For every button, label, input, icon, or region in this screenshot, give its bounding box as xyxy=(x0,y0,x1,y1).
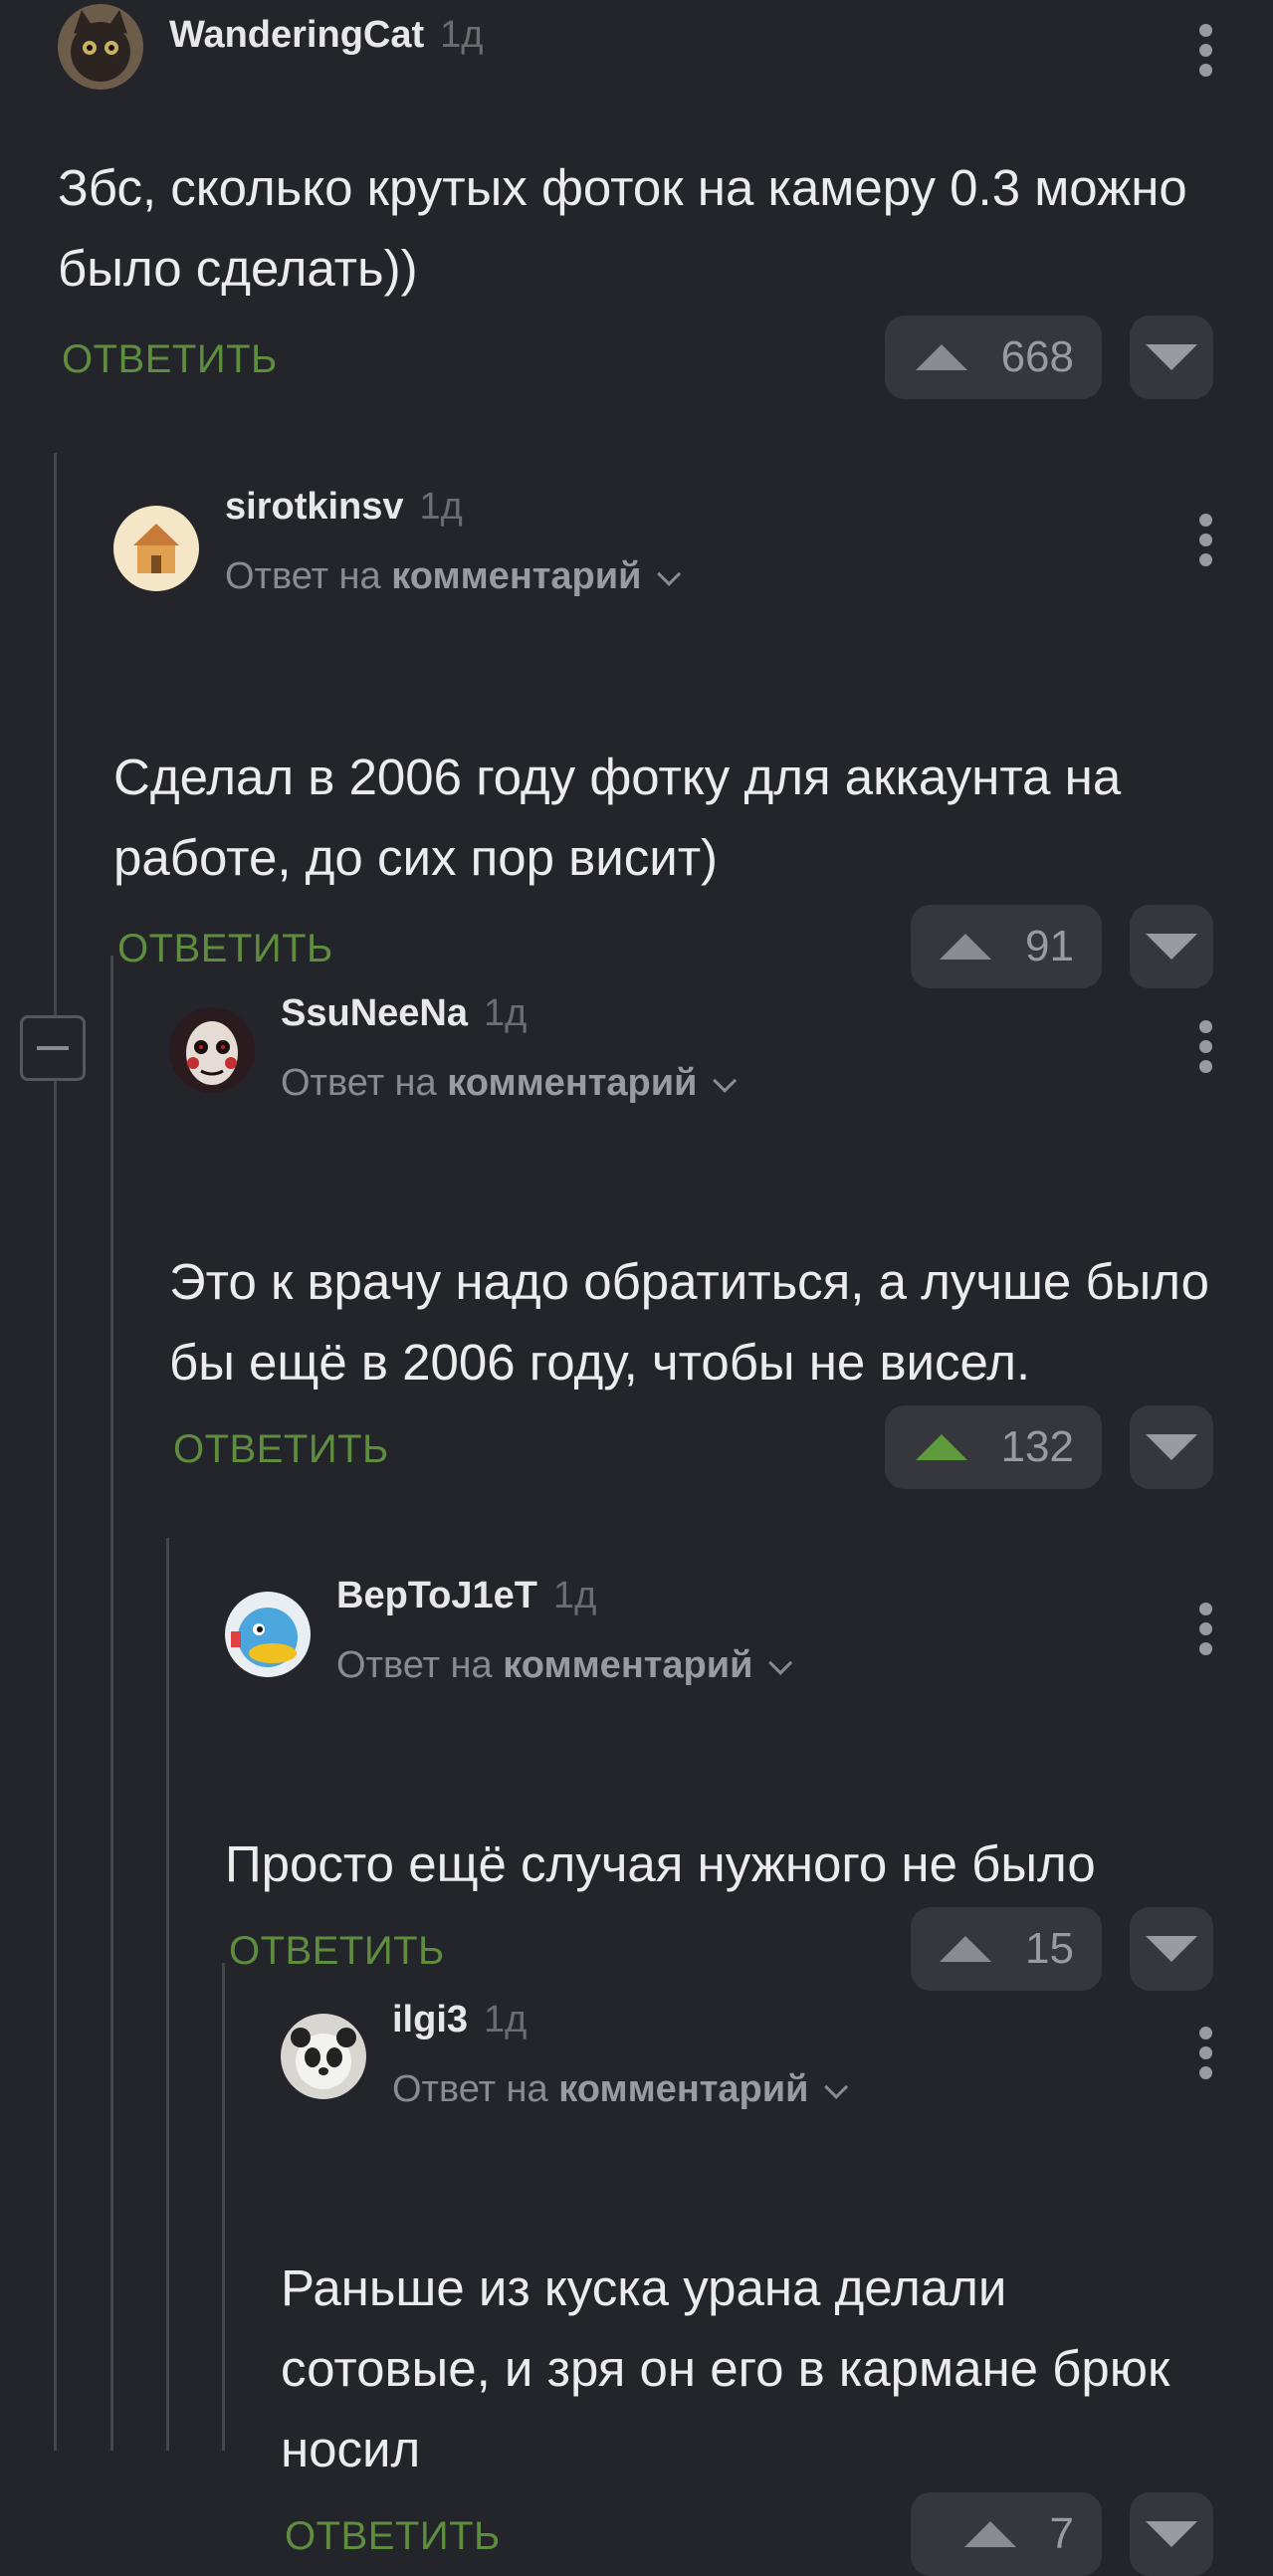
triangle-up-icon xyxy=(940,1936,992,1962)
kebab-icon[interactable] xyxy=(1199,514,1213,566)
comment-time: 1д xyxy=(484,1999,528,2040)
reply-to-link[interactable]: Ответ на комментарий xyxy=(336,1644,793,1687)
comment: sirotkinsv 1д Ответ на комментарий Сделал… xyxy=(113,456,1213,988)
comment-text: Збс, сколько крутых фоток на камеру 0.3 … xyxy=(58,159,1187,297)
chevron-down-icon xyxy=(713,1068,738,1093)
upvote-button[interactable]: 132 xyxy=(885,1405,1102,1489)
triangle-down-icon xyxy=(1146,2521,1197,2547)
vote-count: 132 xyxy=(1000,1422,1074,1471)
reply-to-link[interactable]: Ответ на комментарий xyxy=(392,2068,849,2111)
upvote-button[interactable]: 7 xyxy=(911,2492,1102,2576)
vote-count: 668 xyxy=(1000,332,1074,381)
thread-line-4 xyxy=(222,1963,225,2451)
comment-actions: ОТВЕТИТЬ 668 xyxy=(58,316,1213,399)
thread-line-3 xyxy=(166,1538,169,2451)
triangle-up-icon xyxy=(915,1434,967,1460)
collapse-thread-button[interactable] xyxy=(20,1015,86,1081)
kebab-icon[interactable] xyxy=(1199,24,1213,77)
avatar[interactable] xyxy=(225,1592,311,1677)
reply-button[interactable]: ОТВЕТИТЬ xyxy=(62,337,278,382)
downvote-button[interactable] xyxy=(1130,2492,1213,2576)
downvote-button[interactable] xyxy=(1130,316,1213,399)
comment-header: SsuNeeNa 1д Ответ на комментарий xyxy=(169,961,1213,1104)
author-name[interactable]: WanderingCat 1д xyxy=(169,14,483,57)
author-name[interactable]: sirotkinsv 1д xyxy=(225,486,463,529)
triangle-up-icon xyxy=(915,344,967,370)
comment-actions: ОТВЕТИТЬ 7 xyxy=(281,2492,1213,2576)
comment: WanderingCat 1д Збс, сколько крутых фоток… xyxy=(58,4,1213,399)
reply-to-link[interactable]: Ответ на комментарий xyxy=(281,1062,738,1105)
downvote-button[interactable] xyxy=(1130,1405,1213,1489)
comment-time: 1д xyxy=(483,992,528,1034)
triangle-down-icon xyxy=(1146,1936,1197,1962)
author-name[interactable]: SsuNeeNa 1д xyxy=(281,992,527,1035)
thread-line-2 xyxy=(110,956,113,2451)
chevron-down-icon xyxy=(768,1650,793,1675)
comment-time: 1д xyxy=(419,486,463,528)
kebab-icon[interactable] xyxy=(1199,2027,1213,2079)
comment-time: 1д xyxy=(553,1575,597,1616)
reply-button[interactable]: ОТВЕТИТЬ xyxy=(173,1427,389,1472)
author-name[interactable]: BepToJ1eT 1д xyxy=(336,1575,596,1617)
avatar[interactable] xyxy=(113,506,199,591)
comment-text: Это к врачу надо обратиться, а лучше был… xyxy=(169,1253,1210,1391)
comment-header: ilgi3 1д Ответ на комментарий xyxy=(281,1967,1213,2110)
comment-header: BepToJ1eT 1д Ответ на комментарий xyxy=(225,1543,1213,1686)
thread-line-1 xyxy=(54,453,57,2451)
reply-to-link[interactable]: Ответ на комментарий xyxy=(225,555,682,598)
kebab-icon[interactable] xyxy=(1199,1603,1213,1655)
comment-text: Раньше из куска урана делали сотовые, и … xyxy=(281,2259,1170,2477)
comment: SsuNeeNa 1д Ответ на комментарий Это к вр… xyxy=(169,961,1213,1489)
avatar[interactable] xyxy=(281,2014,366,2099)
comment: ilgi3 1д Ответ на комментарий Раньше из к… xyxy=(281,1967,1213,2576)
triangle-up-icon xyxy=(963,2521,1016,2547)
triangle-down-icon xyxy=(1146,934,1197,960)
avatar[interactable] xyxy=(58,4,143,90)
chevron-down-icon xyxy=(657,561,682,586)
upvote-button[interactable]: 668 xyxy=(885,316,1102,399)
comment-text: Просто ещё случая нужного не было xyxy=(225,1835,1096,1892)
author-name[interactable]: ilgi3 1д xyxy=(392,1999,527,2041)
comment-time: 1д xyxy=(440,14,484,56)
triangle-down-icon xyxy=(1146,1434,1197,1460)
comment-text: Сделал в 2006 году фотку для аккаунта на… xyxy=(113,749,1122,886)
triangle-up-icon xyxy=(940,934,992,960)
comment: BepToJ1eT 1д Ответ на комментарий Просто … xyxy=(225,1543,1213,1991)
avatar[interactable] xyxy=(169,1007,255,1093)
chevron-down-icon xyxy=(824,2074,849,2099)
triangle-down-icon xyxy=(1146,344,1197,370)
comment-header: WanderingCat 1д xyxy=(58,4,1213,94)
comment-header: sirotkinsv 1д Ответ на комментарий xyxy=(113,456,1213,597)
comment-actions: ОТВЕТИТЬ 132 xyxy=(169,1405,1213,1489)
reply-button[interactable]: ОТВЕТИТЬ xyxy=(285,2514,501,2559)
kebab-icon[interactable] xyxy=(1199,1020,1213,1073)
vote-count: 7 xyxy=(1049,2509,1074,2558)
